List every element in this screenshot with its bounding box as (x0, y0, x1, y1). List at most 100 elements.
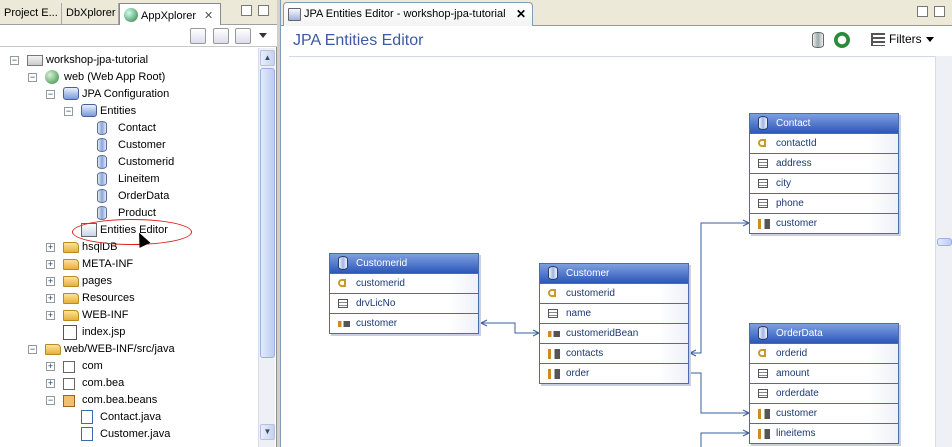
refresh-icon[interactable] (190, 28, 206, 44)
close-icon[interactable]: ✕ (204, 10, 213, 22)
entity-box-customer[interactable]: Customer customerid name customeridBean cont… (539, 263, 689, 384)
entity-header[interactable]: Customer (540, 264, 688, 283)
entity-icon (97, 172, 107, 186)
tree-item-customerid[interactable]: Customerid (82, 154, 250, 171)
entity-box-orderdata[interactable]: OrderData orderid amount orderdate customer l… (749, 323, 899, 444)
field-label: customer (776, 408, 818, 419)
view-menu-icon[interactable] (259, 33, 267, 38)
tab-dbxplorer[interactable]: DbXplorer (62, 3, 119, 24)
collapse-all-icon[interactable] (213, 28, 229, 44)
tree-item-label: JPA Configuration (82, 88, 170, 100)
expand-icon[interactable]: + (46, 260, 55, 269)
tree-item-label: Contact (118, 122, 156, 134)
entity-field-customerid[interactable]: customerid (540, 283, 688, 303)
expand-icon[interactable]: + (46, 362, 55, 371)
folder-icon (63, 242, 79, 253)
entity-header[interactable]: Contact (750, 114, 898, 133)
field-label: name (566, 308, 592, 319)
entity-field-order[interactable]: order (540, 363, 688, 383)
link-customerid-customer (481, 322, 539, 334)
tree-item-com[interactable]: + com (46, 358, 250, 375)
expand-icon[interactable]: + (46, 379, 55, 388)
entity-field-customer[interactable]: customer (330, 313, 478, 333)
entity-field-name[interactable]: name (540, 303, 688, 323)
entity-field-contacts[interactable]: contacts (540, 343, 688, 363)
tree-item-index-jsp[interactable]: index.jsp (46, 324, 250, 341)
highlight-annotation (72, 219, 192, 245)
entity-header[interactable]: OrderData (750, 324, 898, 343)
tree-item-resources[interactable]: + Resources (46, 290, 250, 307)
tab-project-explorer[interactable]: Project E... (0, 3, 62, 24)
collapse-icon[interactable]: − (64, 107, 73, 116)
field-label: contacts (566, 348, 604, 359)
scroll-down-icon[interactable]: ▼ (260, 424, 275, 440)
tree-item-pages[interactable]: + pages (46, 273, 250, 290)
scroll-thumb[interactable] (260, 68, 275, 358)
tree-item-web-web-inf-src-java[interactable]: − web/WEB-INF/src/java (28, 341, 250, 358)
entity-field-customerid[interactable]: customerid (330, 273, 478, 293)
tab-label: AppXplorer (141, 10, 197, 22)
entity-name: OrderData (776, 328, 823, 339)
maximize-icon[interactable] (934, 6, 945, 17)
collapse-icon[interactable]: − (28, 73, 37, 82)
relation-many-icon (758, 429, 770, 439)
tree-item-customer-java[interactable]: Customer.java (64, 426, 250, 443)
entity-field-city[interactable]: city (750, 173, 898, 193)
entity-box-contact[interactable]: Contact contactId address city phone customer (749, 113, 899, 234)
entity-field-phone[interactable]: phone (750, 193, 898, 213)
tree-item-web-inf[interactable]: + WEB-INF (46, 307, 250, 324)
entity-field-orderdate[interactable]: orderdate (750, 383, 898, 403)
scroll-thumb[interactable] (937, 238, 952, 246)
expand-icon[interactable]: + (46, 243, 55, 252)
expand-icon[interactable]: + (46, 311, 55, 320)
field-label: customerid (356, 278, 405, 289)
expand-icon[interactable]: + (46, 277, 55, 286)
tree-scrollbar[interactable]: ▲ ▼ (258, 48, 275, 447)
expand-icon[interactable]: + (46, 294, 55, 303)
collapse-icon[interactable]: − (10, 56, 19, 65)
tree-item-meta-inf[interactable]: + META-INF (46, 256, 250, 273)
entity-field-address[interactable]: address (750, 153, 898, 173)
tree-item-label: Lineitem (118, 173, 160, 185)
entity-icon (97, 189, 107, 203)
scroll-up-icon[interactable]: ▲ (260, 50, 275, 66)
entity-field-customer[interactable]: customer (750, 213, 898, 233)
field-label: amount (776, 368, 810, 379)
entity-name: Contact (776, 118, 811, 129)
entity-field-customeridbean[interactable]: customeridBean (540, 323, 688, 343)
entity-field-contactid[interactable]: contactId (750, 133, 898, 153)
entity-field-customer[interactable]: customer (750, 403, 898, 423)
entity-field-amount[interactable]: amount (750, 363, 898, 383)
entity-field-orderid[interactable]: orderid (750, 343, 898, 363)
tree-item-web-web-app-root[interactable]: − web (Web App Root) (28, 69, 250, 86)
tree-item-jpa-configuration[interactable]: − JPA Configuration (46, 86, 250, 103)
collapse-icon[interactable]: − (28, 345, 37, 354)
tree-item-contact-java[interactable]: Contact.java (64, 409, 250, 426)
tab-appxplorer[interactable]: AppXplorer ✕ (119, 3, 221, 25)
attribute-icon (758, 159, 768, 168)
tree-item-entities[interactable]: − Entities (64, 103, 250, 120)
tree-item-com-bea-beans[interactable]: − com.bea.beans (46, 392, 250, 409)
tree-item-customer[interactable]: Customer (82, 137, 250, 154)
collapse-icon[interactable]: − (46, 90, 55, 99)
tree-item-lineitem[interactable]: Lineitem (82, 171, 250, 188)
minimize-icon[interactable] (241, 5, 252, 16)
tree-item-label: com (82, 360, 103, 372)
tree-item-label: Customer.java (100, 428, 171, 440)
entity-header[interactable]: Customerid (330, 254, 478, 273)
relation-icon (548, 331, 560, 337)
editor-scrollbar[interactable] (935, 56, 952, 447)
entity-field-lineitems[interactable]: lineitems (750, 423, 898, 443)
tab-label: DbXplorer (66, 7, 116, 19)
link-with-editor-icon[interactable] (235, 28, 251, 44)
maximize-icon[interactable] (258, 5, 269, 16)
entity-field-drvlicno[interactable]: drvLicNo (330, 293, 478, 313)
entity-box-customerid[interactable]: Customerid customerid drvLicNo customer (329, 253, 479, 334)
tree-item-workshop-jpa-tutorial[interactable]: − workshop-jpa-tutorial (10, 52, 250, 69)
collapse-icon[interactable]: − (46, 396, 55, 405)
tree-item-com-bea[interactable]: + com.bea (46, 375, 250, 392)
tree-item-orderdata[interactable]: OrderData (82, 188, 250, 205)
java-file-icon (81, 410, 93, 424)
package-icon (63, 395, 75, 407)
tree-item-contact[interactable]: Contact (82, 120, 250, 137)
